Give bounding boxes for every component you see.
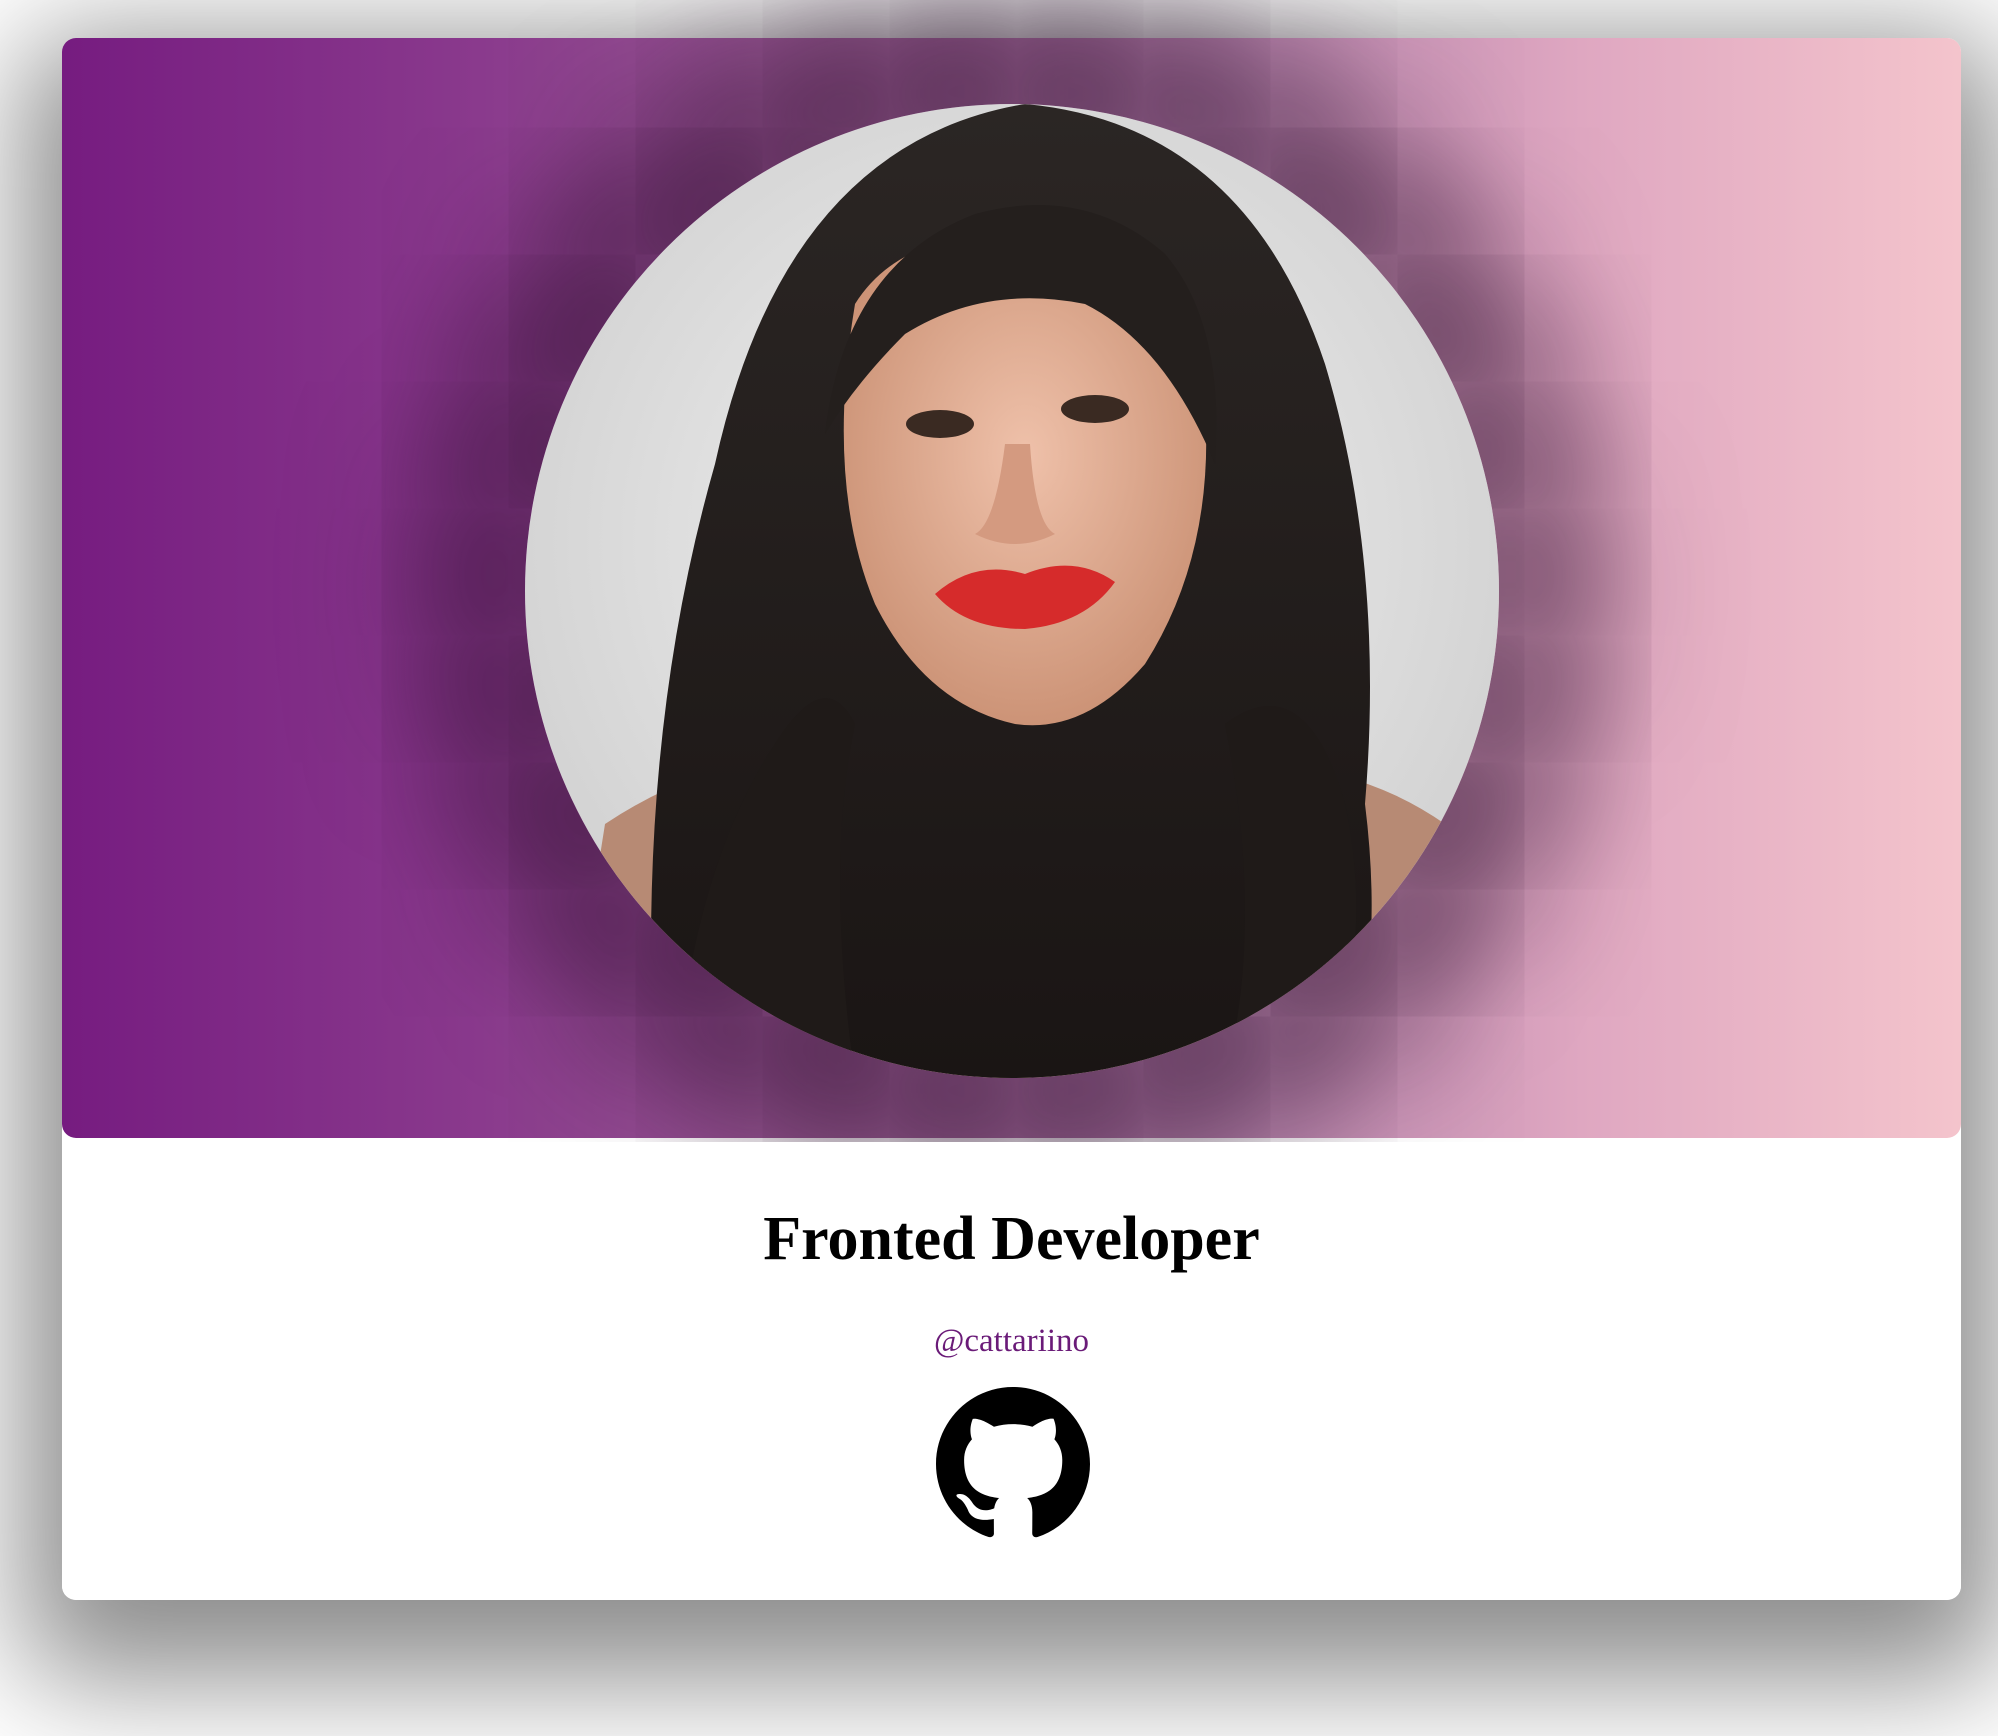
avatar [525,104,1499,1078]
github-icon [936,1387,1090,1538]
page: Fronted Developer @cattariino [0,0,1998,1736]
profile-info-panel: Fronted Developer @cattariino [62,1142,1961,1600]
profile-photo [525,104,1499,1078]
github-link[interactable] [936,1387,1090,1541]
profile-title: Fronted Developer [763,1205,1260,1273]
profile-handle-link[interactable]: @cattariino [62,1322,1961,1362]
